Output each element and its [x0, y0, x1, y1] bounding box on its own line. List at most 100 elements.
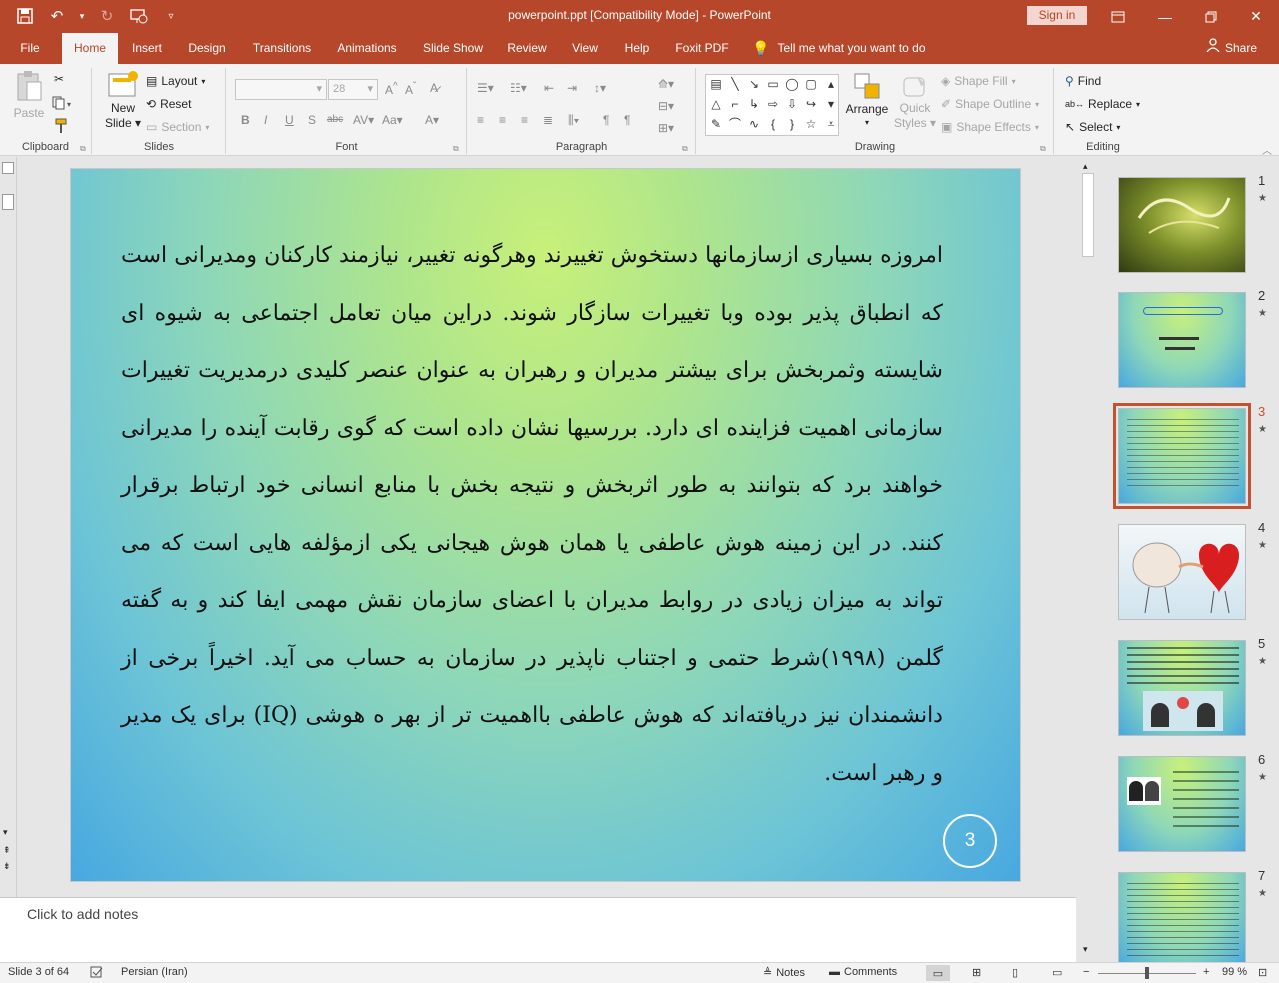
- slide-thumbnail-3[interactable]: [1113, 403, 1251, 509]
- down-arrow-shape-icon[interactable]: ⇩: [784, 97, 800, 112]
- scroll-down-left-icon[interactable]: ▾: [3, 827, 8, 838]
- smartart-icon[interactable]: ⊞▾: [658, 121, 674, 135]
- slide-show-icon[interactable]: ▭: [1052, 966, 1062, 979]
- arrow-line-shape-icon[interactable]: ↘: [746, 77, 762, 92]
- reset-button[interactable]: ⟲ Reset: [146, 97, 191, 111]
- close-icon[interactable]: ✕: [1233, 0, 1279, 33]
- ribbon-display-options-icon[interactable]: [1095, 0, 1141, 33]
- sign-in-button[interactable]: Sign in: [1027, 6, 1087, 25]
- bullets-icon[interactable]: ☰▾: [477, 81, 494, 95]
- quick-styles-button[interactable]: Quick Styles ▾: [893, 72, 937, 130]
- line-shape-icon[interactable]: ╲: [727, 77, 743, 92]
- decrease-font-icon[interactable]: Aˇ: [405, 81, 416, 97]
- left-brace-icon[interactable]: {: [765, 117, 781, 132]
- current-slide[interactable]: امروزه بسیاری ازسازمانها دستخوش تغییرند …: [70, 168, 1021, 882]
- shape-effects-button[interactable]: ▣ Shape Effects ▾: [941, 120, 1039, 134]
- spell-check-icon[interactable]: [90, 966, 104, 978]
- font-name-combo[interactable]: ▾: [235, 79, 327, 100]
- text-direction-icon[interactable]: ⟰▾: [658, 77, 674, 91]
- cut-icon[interactable]: ✂: [54, 72, 64, 86]
- undo-icon[interactable]: ↶: [46, 6, 68, 26]
- tab-design[interactable]: Design: [180, 33, 234, 64]
- star-shape-icon[interactable]: ☆: [803, 117, 819, 132]
- gallery-up-icon[interactable]: ▴: [823, 77, 839, 92]
- gallery-more-icon[interactable]: ⩡: [823, 117, 839, 132]
- zoom-slider[interactable]: [1098, 967, 1196, 979]
- slide-body-text[interactable]: امروزه بسیاری ازسازمانها دستخوش تغییرند …: [121, 227, 943, 802]
- layout-button[interactable]: ▤ Layout ▾: [146, 74, 205, 88]
- align-text-icon[interactable]: ⊟▾: [658, 99, 674, 113]
- zoom-out-icon[interactable]: −: [1083, 966, 1089, 978]
- zoom-in-icon[interactable]: +: [1203, 966, 1209, 978]
- fit-to-window-icon[interactable]: ⊡: [1258, 966, 1267, 979]
- reading-view-icon[interactable]: ▯: [1012, 966, 1018, 979]
- font-size-combo[interactable]: 28 ▾: [328, 79, 378, 100]
- left-vertical-scrollbar[interactable]: ▾ ⇞ ⇟: [0, 157, 17, 897]
- tab-insert[interactable]: Insert: [124, 33, 170, 64]
- notes-pane[interactable]: Click to add notes: [0, 897, 1076, 962]
- align-center-icon[interactable]: ≡: [499, 113, 506, 127]
- right-brace-icon[interactable]: }: [784, 117, 800, 132]
- line-spacing-icon[interactable]: ↕▾: [594, 81, 606, 95]
- language-indicator[interactable]: Persian (Iran): [121, 966, 188, 978]
- select-button[interactable]: ↖ Select ▾: [1065, 120, 1120, 134]
- character-spacing-icon[interactable]: AV▾: [353, 113, 374, 127]
- change-case-icon[interactable]: Aa▾: [382, 113, 403, 127]
- zoom-slider-thumb[interactable]: [1145, 967, 1149, 979]
- scroll-down-icon[interactable]: ▾: [1083, 944, 1088, 955]
- slide-thumbnail-4[interactable]: [1118, 524, 1246, 620]
- comments-toggle-button[interactable]: ▬ Comments: [829, 966, 897, 978]
- shapes-gallery[interactable]: ▤ ╲ ↘ ▭ ◯ ▢ △ ⌐ ↳ ⇨ ⇩ ↪ ✎ ⌒ ∿ { } ☆ ▴ ▾ …: [705, 74, 839, 136]
- slide-thumbnail-2[interactable]: [1118, 292, 1246, 388]
- align-right-icon[interactable]: ≡: [521, 113, 528, 127]
- columns-icon[interactable]: ⫼▾: [568, 113, 579, 128]
- elbow-connector-icon[interactable]: ⌐: [727, 97, 743, 112]
- find-button[interactable]: ⚲ Find: [1065, 74, 1101, 88]
- share-button[interactable]: Share: [1206, 33, 1257, 64]
- normal-view-icon[interactable]: ▭: [926, 965, 950, 981]
- drawing-launcher-icon[interactable]: ⧉: [1040, 144, 1046, 154]
- textbox-shape-icon[interactable]: ▤: [708, 77, 724, 92]
- shape-fill-button[interactable]: ◈ Shape Fill ▾: [941, 74, 1016, 88]
- slide-sorter-icon[interactable]: ⊞: [972, 966, 981, 979]
- restore-icon[interactable]: [1188, 0, 1234, 33]
- rectangle-shape-icon[interactable]: ▭: [765, 77, 781, 92]
- tab-slide-show[interactable]: Slide Show: [416, 33, 490, 64]
- tell-me-search[interactable]: 💡 Tell me what you want to do: [752, 33, 926, 64]
- increase-font-icon[interactable]: A^: [385, 81, 398, 97]
- previous-slide-icon[interactable]: ⇞: [3, 845, 11, 856]
- numbering-icon[interactable]: ☷▾: [510, 81, 527, 95]
- redo-icon[interactable]: ↻: [96, 6, 118, 26]
- left-scroll-thumb[interactable]: [2, 194, 14, 210]
- arrange-button[interactable]: Arrange ▾: [845, 72, 889, 127]
- paste-button[interactable]: Paste: [10, 70, 48, 120]
- copy-icon[interactable]: ▾: [52, 96, 74, 110]
- italic-icon[interactable]: I: [264, 113, 267, 127]
- shape-outline-button[interactable]: ✐ Shape Outline ▾: [941, 97, 1039, 111]
- paragraph-launcher-icon[interactable]: ⧉: [682, 144, 688, 154]
- notes-toggle-button[interactable]: ≜ Notes: [763, 966, 805, 980]
- ltr-icon[interactable]: ¶: [603, 113, 609, 127]
- freeform-shape-icon[interactable]: ✎: [708, 117, 724, 132]
- undo-dropdown-icon[interactable]: ▾: [78, 6, 86, 26]
- tab-help[interactable]: Help: [617, 33, 657, 64]
- align-left-icon[interactable]: ≡: [477, 113, 484, 127]
- scroll-up-icon[interactable]: ▴: [1083, 161, 1088, 172]
- tab-view[interactable]: View: [562, 33, 608, 64]
- tab-animations[interactable]: Animations: [329, 33, 405, 64]
- justify-icon[interactable]: ≣: [543, 113, 553, 127]
- font-color-icon[interactable]: A▾: [425, 113, 439, 127]
- notes-placeholder[interactable]: Click to add notes: [27, 906, 138, 922]
- increase-indent-icon[interactable]: ⇥: [567, 81, 577, 95]
- main-vertical-scrollbar[interactable]: ▴ ▾: [1080, 157, 1097, 962]
- slide-thumbnail-5[interactable]: [1118, 640, 1246, 736]
- start-from-beginning-icon[interactable]: [128, 6, 150, 26]
- gallery-down-icon[interactable]: ▾: [823, 97, 839, 112]
- clear-formatting-icon[interactable]: A̷: [430, 81, 438, 95]
- wave-shape-icon[interactable]: ∿: [746, 117, 762, 132]
- format-painter-icon[interactable]: [54, 118, 68, 134]
- tab-file[interactable]: File: [8, 33, 52, 64]
- customize-qat-icon[interactable]: ▿: [160, 6, 182, 26]
- tab-transitions[interactable]: Transitions: [245, 33, 319, 64]
- decrease-indent-icon[interactable]: ⇤: [544, 81, 554, 95]
